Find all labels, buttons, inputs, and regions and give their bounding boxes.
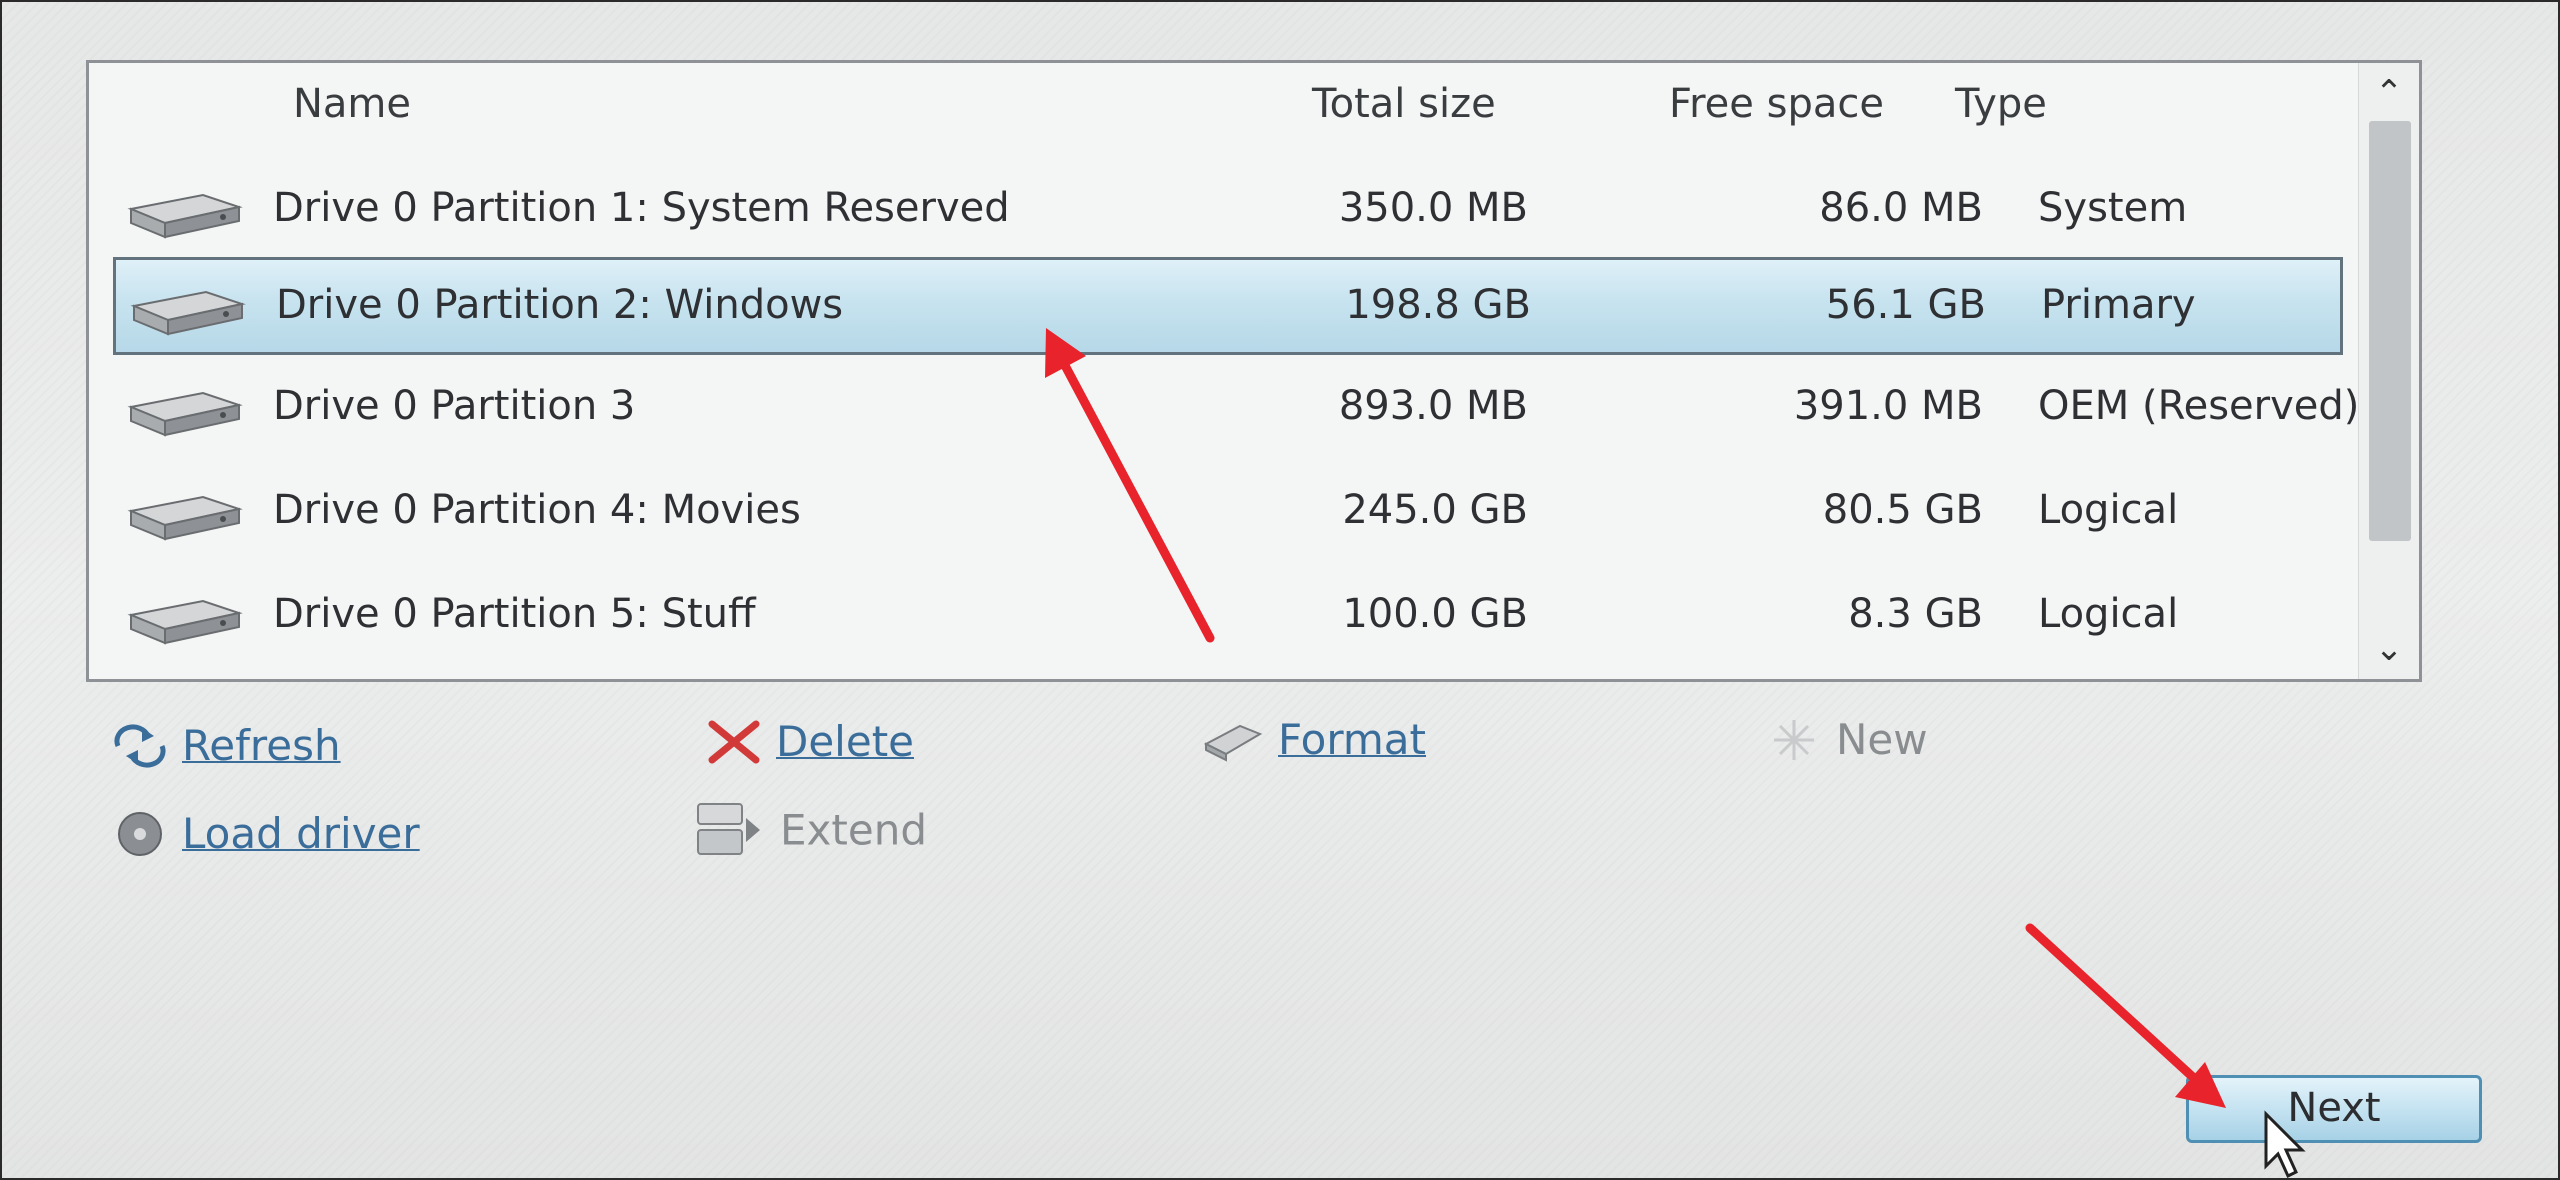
vertical-scrollbar[interactable]: ⌃ ⌄ [2358,63,2419,679]
partition-free-space: 391.0 MB [1793,383,1983,429]
hard-drive-icon [127,391,243,437]
partition-row[interactable]: Drive 0 Partition 5: Stuff 100.0 GB 8.3 … [113,569,2343,667]
hard-drive-icon [127,495,243,541]
partition-name: Drive 0 Partition 5: Stuff [273,591,756,637]
partition-name: Drive 0 Partition 2: Windows [276,282,844,328]
new-label: New [1836,715,1928,764]
column-header-total-size[interactable]: Total size [1312,81,1496,127]
partition-list[interactable]: Name Total size Free space Type Drive 0 … [86,60,2422,682]
column-header-type[interactable]: Type [1955,81,2047,127]
partition-type: Logical [2038,487,2179,533]
column-header-name[interactable]: Name [293,81,411,127]
extend-drive-icon [697,803,760,855]
column-header-free-space[interactable]: Free space [1669,81,1884,127]
partition-total-size: 198.8 GB [1345,282,1531,328]
extend-label: Extend [780,805,927,855]
partition-type: Logical [2038,591,2179,637]
load-driver-link[interactable]: Load driver [112,806,420,858]
format-label: Format [1278,715,1427,764]
partition-free-space: 80.5 GB [1822,487,1983,533]
partition-total-size: 893.0 MB [1338,383,1528,429]
hard-drive-icon [130,290,246,336]
partition-row[interactable]: Drive 0 Partition 1: System Reserved 350… [113,163,2343,261]
refresh-icon [114,723,166,768]
partition-name: Drive 0 Partition 3 [273,383,636,429]
hard-drive-icon [127,599,243,645]
scrollbar-thumb[interactable] [2369,121,2411,541]
partition-name: Drive 0 Partition 4: Movies [273,487,801,533]
delete-label: Delete [776,717,914,766]
new-sparkle-icon [1774,719,1814,760]
new-link[interactable]: New [1766,712,1928,764]
eraser-icon [1203,724,1263,762]
refresh-label: Refresh [182,721,341,770]
partition-total-size: 350.0 MB [1338,185,1528,231]
delete-link[interactable]: Delete [706,714,914,766]
partition-free-space: 56.1 GB [1825,282,1986,328]
scroll-down-arrow-icon[interactable]: ⌄ [2359,619,2419,679]
partition-row[interactable]: Drive 0 Partition 4: Movies 245.0 GB 80.… [113,465,2343,563]
partition-free-space: 8.3 GB [1848,591,1983,637]
next-button[interactable]: Next [2186,1075,2482,1143]
extend-link[interactable]: Extend [692,800,927,860]
format-link[interactable]: Format [1202,712,1426,764]
annotation-arrow-shaft [2025,923,2201,1085]
refresh-link[interactable]: Refresh [112,718,341,770]
scroll-up-arrow-icon[interactable]: ⌃ [2359,63,2419,123]
partition-type: OEM (Reserved) [2038,383,2360,429]
delete-x-icon [708,720,760,763]
partition-total-size: 245.0 GB [1342,487,1528,533]
partition-type: System [2038,185,2188,231]
partition-row-selected[interactable]: Drive 0 Partition 2: Windows 198.8 GB 56… [113,257,2343,355]
load-driver-label: Load driver [182,809,420,858]
hard-drive-icon [127,193,243,239]
partition-total-size: 100.0 GB [1342,591,1528,637]
partition-type: Primary [2041,282,2196,328]
disc-icon [118,811,162,856]
partition-free-space: 86.0 MB [1819,185,1983,231]
partition-name: Drive 0 Partition 1: System Reserved [273,185,1010,231]
partition-row[interactable]: Drive 0 Partition 3 893.0 MB 391.0 MB OE… [113,361,2359,459]
